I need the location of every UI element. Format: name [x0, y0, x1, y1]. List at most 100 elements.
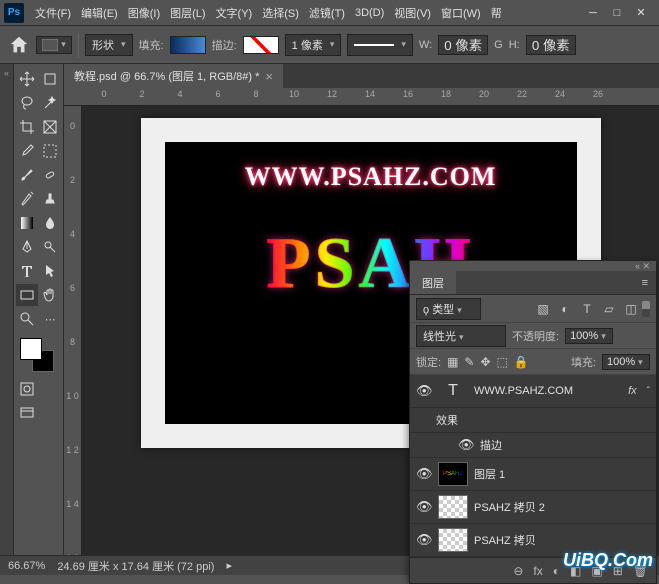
dodge-tool[interactable]	[40, 236, 62, 258]
layer-thumbnail[interactable]: T	[438, 379, 468, 403]
filter-pixel-icon[interactable]: ▧	[536, 302, 550, 316]
layer-row[interactable]: 👁PSAHZ 拷贝 2	[410, 491, 656, 524]
blur-tool[interactable]	[40, 212, 62, 234]
stroke-style-select[interactable]	[347, 34, 413, 56]
lasso-tool[interactable]	[16, 92, 38, 114]
menu-filter[interactable]: 滤镜(T)	[304, 5, 350, 21]
blend-mode-select[interactable]: 线性光	[416, 325, 506, 347]
stroke-color-picker[interactable]	[243, 36, 279, 54]
visibility-toggle[interactable]: 👁	[416, 532, 432, 548]
eyedropper-tool[interactable]	[16, 140, 38, 162]
document-tab[interactable]: 教程.psd @ 66.7% (图层 1, RGB/8#) * ×	[64, 64, 283, 88]
minimize-button[interactable]: ─	[587, 7, 599, 19]
menu-window[interactable]: 窗口(W)	[436, 5, 486, 21]
healing-tool[interactable]	[40, 164, 62, 186]
visibility-toggle[interactable]: 👁	[416, 466, 432, 482]
info-chevron-icon[interactable]: ▸	[226, 559, 232, 572]
lock-artboard-icon[interactable]: ⬚	[497, 355, 508, 369]
type-tool[interactable]	[16, 260, 38, 282]
lock-transparency-icon[interactable]: ▦	[447, 355, 458, 369]
lock-position-icon[interactable]: ✥	[480, 355, 490, 369]
layer-thumbnail[interactable]: PSAHZ	[438, 462, 468, 486]
shape-mode-label: 形状	[92, 37, 114, 53]
fx-badge[interactable]: fx	[628, 385, 637, 397]
height-input[interactable]	[526, 35, 576, 55]
move-tool[interactable]	[16, 68, 38, 90]
menu-file[interactable]: 文件(F)	[30, 5, 76, 21]
close-tab-icon[interactable]: ×	[265, 69, 273, 84]
zoom-tool[interactable]	[16, 308, 38, 330]
opacity-label: 不透明度:	[512, 328, 559, 344]
layer-row[interactable]: 👁TWWW.PSAHZ.COMfxˆ	[410, 375, 656, 408]
shape-mode-select[interactable]: 形状	[85, 34, 133, 56]
link-layers-icon[interactable]: ⊖	[513, 564, 523, 578]
pen-tool[interactable]	[16, 236, 38, 258]
opacity-input[interactable]: 100%	[565, 328, 613, 344]
filter-type-icon[interactable]: T	[580, 302, 594, 316]
fill-opacity-input[interactable]: 100%	[602, 354, 650, 370]
filter-toggle[interactable]	[642, 301, 650, 317]
link-wh-icon[interactable]: G	[494, 39, 503, 51]
layer-row[interactable]: 效果	[410, 408, 656, 433]
zoom-level[interactable]: 66.67%	[8, 560, 45, 572]
filter-shape-icon[interactable]: ▱	[602, 302, 616, 316]
visibility-toggle[interactable]: 👁	[416, 383, 432, 399]
layer-thumbnail[interactable]	[438, 528, 468, 552]
ruler-horizontal[interactable]: 02468101214161820222426	[64, 88, 659, 106]
menu-image[interactable]: 图像(I)	[123, 5, 165, 21]
layer-fx-icon[interactable]: fx	[533, 564, 542, 578]
frame-tool[interactable]	[40, 116, 62, 138]
artboard-tool[interactable]	[40, 68, 62, 90]
stroke-line-icon	[354, 44, 394, 46]
collapse-handle-left[interactable]: «	[0, 64, 14, 555]
menu-edit[interactable]: 编辑(E)	[76, 5, 123, 21]
filter-adjust-icon[interactable]: ◐	[558, 302, 572, 316]
fx-collapse-icon[interactable]: ˆ	[647, 386, 650, 397]
home-icon[interactable]	[8, 34, 30, 56]
menu-help[interactable]: 帮	[486, 5, 507, 21]
menu-layer[interactable]: 图层(L)	[165, 5, 210, 21]
visibility-toggle[interactable]: 👁	[458, 437, 474, 453]
layers-panel[interactable]: « ✕ 图层 ≡ ϙ 类型 ▧ ◐ T ▱ ◫ 线性光 不透明度: 100% 锁…	[409, 260, 657, 584]
fill-color-picker[interactable]	[170, 36, 206, 54]
close-button[interactable]: ✕	[635, 7, 647, 19]
menu-select[interactable]: 选择(S)	[257, 5, 304, 21]
menu-view[interactable]: 视图(V)	[389, 5, 436, 21]
screen-mode-toggle[interactable]	[16, 402, 38, 424]
layer-filter-kind[interactable]: ϙ 类型	[416, 298, 481, 320]
lock-pixels-icon[interactable]: ✎	[464, 355, 474, 369]
gradient-tool[interactable]	[16, 212, 38, 234]
filter-smart-icon[interactable]: ◫	[624, 302, 638, 316]
tool-preset-picker[interactable]	[36, 36, 72, 54]
layers-tab[interactable]: 图层	[410, 271, 456, 294]
history-brush-tool[interactable]	[16, 188, 38, 210]
crop-tool[interactable]	[16, 116, 38, 138]
layer-row[interactable]: 👁描边	[410, 433, 656, 458]
layer-thumbnail[interactable]	[438, 495, 468, 519]
menu-type[interactable]: 文字(Y)	[211, 5, 258, 21]
lock-all-icon[interactable]: 🔒	[514, 355, 529, 369]
clone-stamp-tool[interactable]	[40, 188, 62, 210]
brush-tool[interactable]	[16, 164, 38, 186]
edit-toolbar[interactable]: ⋯	[40, 308, 62, 330]
foreground-color[interactable]	[20, 338, 42, 360]
rectangle-tool[interactable]	[16, 284, 38, 306]
marquee-tool[interactable]	[40, 140, 62, 162]
width-input[interactable]	[438, 35, 488, 55]
document-info[interactable]: 24.69 厘米 x 17.64 厘米 (72 ppi)	[57, 558, 214, 574]
layer-row[interactable]: 👁PSAHZ图层 1	[410, 458, 656, 491]
maximize-button[interactable]: □	[611, 7, 623, 19]
stroke-width-input[interactable]: 1 像素	[285, 34, 342, 56]
panel-menu-icon[interactable]: ≡	[634, 277, 656, 289]
layer-mask-icon[interactable]: ◐	[553, 564, 560, 578]
menu-3d[interactable]: 3D(D)	[350, 7, 389, 19]
magic-wand-tool[interactable]	[40, 92, 62, 114]
hand-tool[interactable]	[40, 284, 62, 306]
quick-mask-toggle[interactable]	[16, 378, 38, 400]
panel-collapse-handle[interactable]: « ✕	[410, 261, 656, 271]
color-swatches[interactable]	[20, 338, 54, 372]
visibility-toggle[interactable]: 👁	[416, 499, 432, 515]
watermark: UiBQ.Com	[563, 550, 653, 571]
path-select-tool[interactable]	[40, 260, 62, 282]
ruler-vertical[interactable]: 024681 01 21 41 6	[64, 106, 82, 555]
